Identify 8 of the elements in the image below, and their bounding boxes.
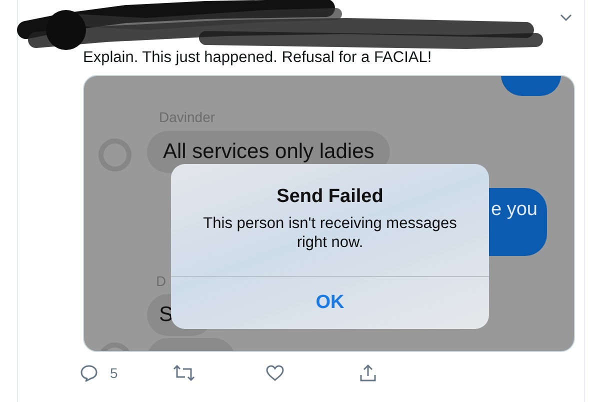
chevron-down-icon[interactable] (560, 14, 572, 22)
retweet-icon[interactable] (173, 365, 195, 381)
reply-count: 5 (110, 365, 118, 381)
reply-icon[interactable] (80, 364, 98, 382)
alert-title: Send Failed (276, 186, 384, 208)
heart-icon[interactable] (266, 365, 284, 381)
share-icon[interactable] (359, 364, 377, 382)
tweet-text: Explain. This just happened. Refusal for a FACIAL! (83, 48, 432, 68)
